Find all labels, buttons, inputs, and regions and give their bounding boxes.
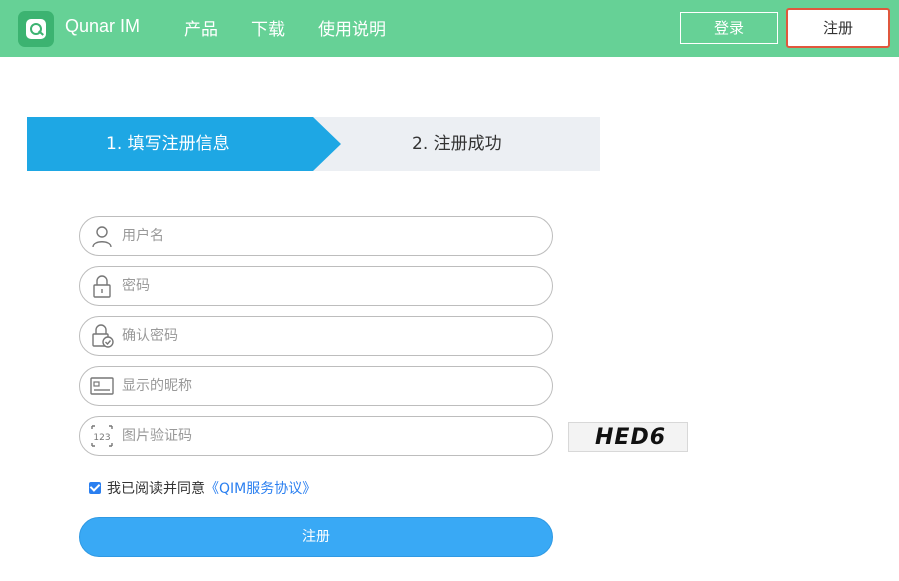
user-icon (92, 226, 112, 248)
step-register-success: 2. 注册成功 (412, 134, 502, 154)
step-fill-info: 1. 填写注册信息 (27, 117, 313, 171)
nav-item-manual[interactable]: 使用说明 (318, 15, 386, 40)
id-card-icon (90, 377, 114, 395)
brand-name[interactable]: Qunar IM (65, 16, 140, 37)
svg-text:123: 123 (93, 433, 110, 443)
service-agreement-link[interactable]: 《QIM服务协议》 (205, 478, 316, 498)
top-navbar: Qunar IM 产品 下载 使用说明 登录 注册 (0, 0, 899, 57)
nickname-input[interactable] (122, 367, 542, 405)
confirm-password-field[interactable] (79, 316, 553, 356)
username-input[interactable] (122, 217, 542, 255)
step-indicator: 1. 填写注册信息 2. 注册成功 (27, 117, 600, 171)
captcha-field[interactable]: 123 (79, 416, 553, 456)
register-button-top[interactable]: 注册 (786, 8, 890, 48)
confirm-password-input[interactable] (122, 317, 542, 355)
app-logo-icon[interactable] (18, 11, 54, 47)
lock-check-icon (92, 324, 114, 348)
password-input[interactable] (122, 267, 542, 305)
captcha-text: HED6 (595, 425, 667, 450)
lock-icon (93, 275, 111, 298)
step-arrow (313, 117, 341, 171)
captcha-input[interactable] (122, 417, 542, 455)
captcha-image[interactable]: HED6 (568, 422, 688, 452)
agree-text: 我已阅读并同意 (107, 481, 205, 497)
number-code-icon: 123 (91, 425, 113, 447)
nav-item-products[interactable]: 产品 (184, 15, 218, 40)
register-submit-button[interactable]: 注册 (79, 517, 553, 557)
register-button-label: 注册 (791, 13, 885, 43)
username-field[interactable] (79, 216, 553, 256)
login-button[interactable]: 登录 (680, 12, 778, 44)
agree-checkbox[interactable] (89, 482, 101, 494)
nickname-field[interactable] (79, 366, 553, 406)
nav-item-download[interactable]: 下载 (251, 15, 285, 40)
password-field[interactable] (79, 266, 553, 306)
agreement-row: 我已阅读并同意 《QIM服务协议》 (89, 478, 316, 498)
